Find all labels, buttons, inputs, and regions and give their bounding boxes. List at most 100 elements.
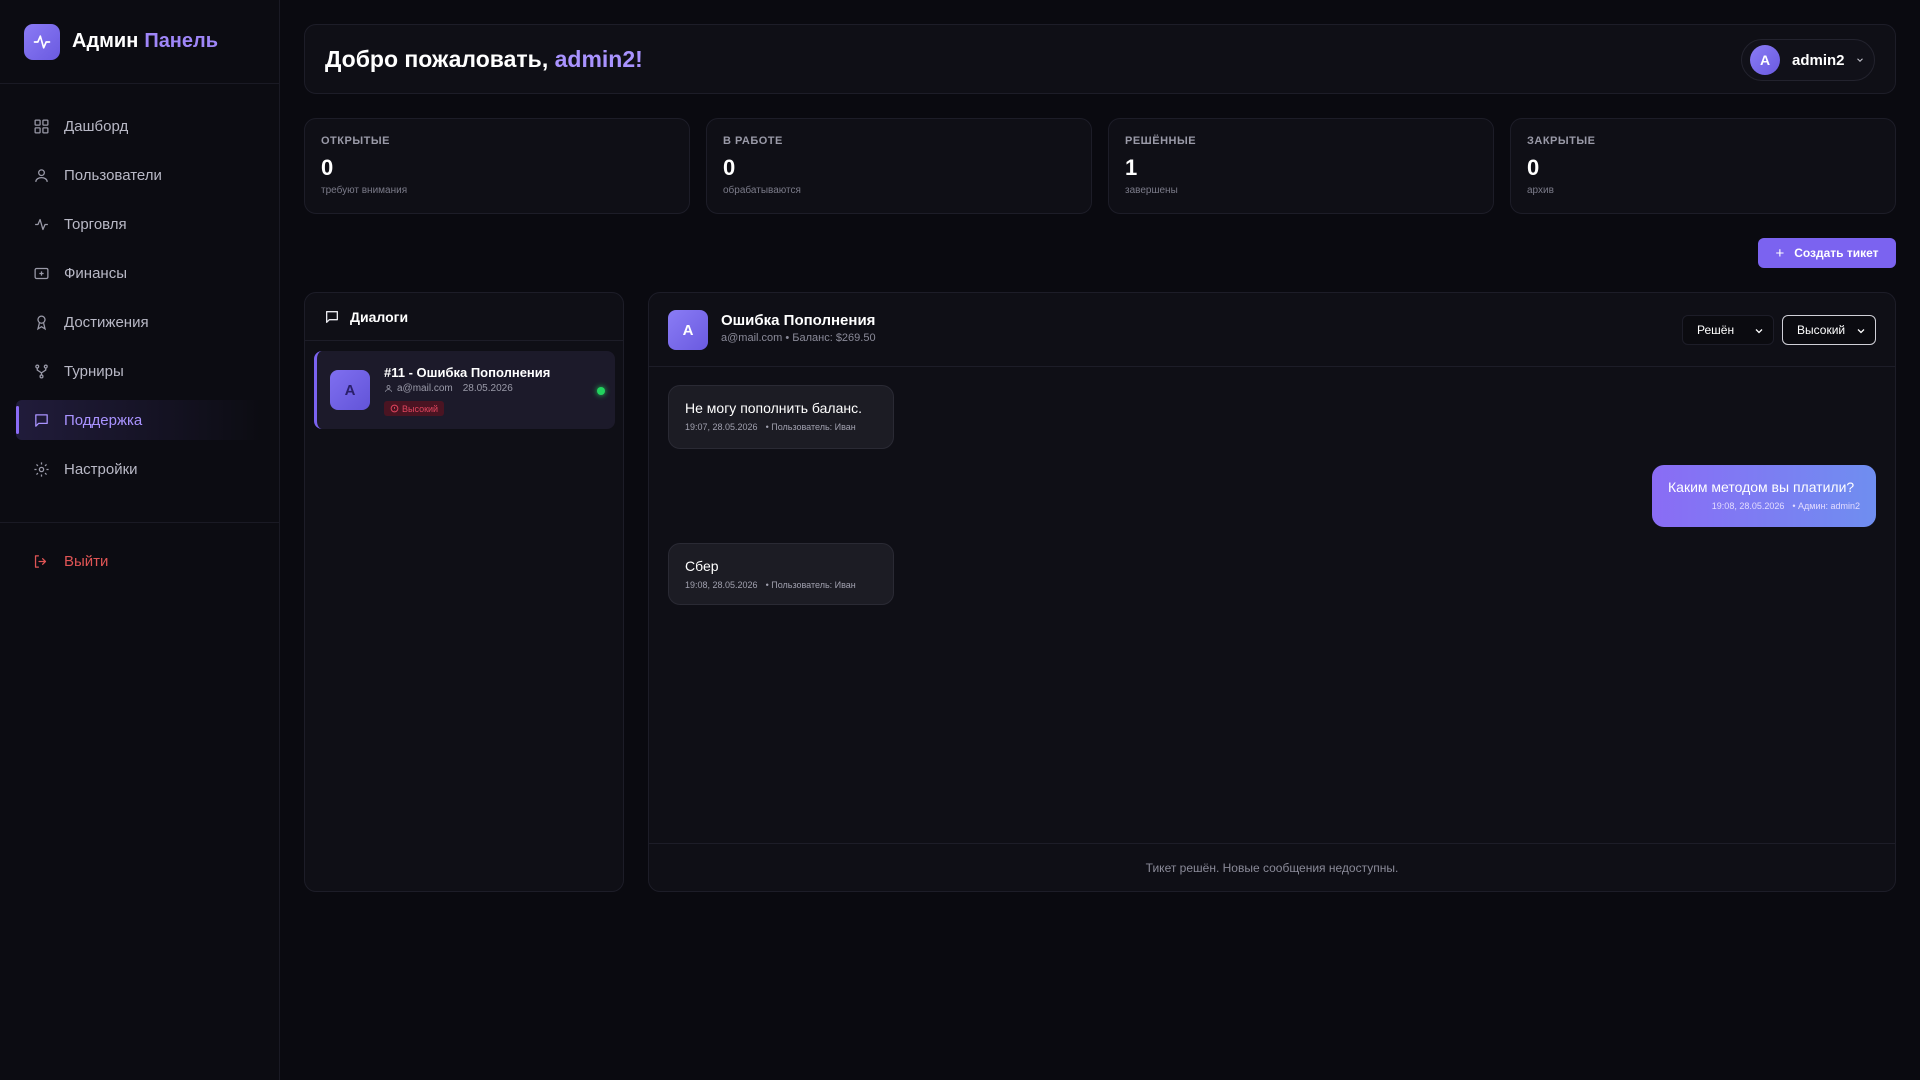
message-time: 19:08, 28.05.2026 [1711, 501, 1785, 511]
stat-sub: завершены [1125, 185, 1178, 196]
plus-icon: + [1775, 244, 1785, 262]
dialog-date: 28.05.2026 [462, 383, 513, 394]
alert-icon [390, 404, 399, 413]
stat-label: ЗАКРЫТЫЕ [1527, 135, 1596, 147]
stat-value: 0 [723, 155, 736, 180]
logout-button[interactable]: Выйти [16, 541, 263, 581]
sidebar-item-dashboard[interactable]: Дашборд [16, 106, 263, 146]
sidebar-item-finance[interactable]: Финансы [16, 253, 263, 293]
brand[interactable]: Админ Панель [0, 0, 279, 84]
chat-header: A Ошибка Пополнения a@mail.com • Баланс:… [649, 293, 1895, 367]
wallet-icon [32, 264, 50, 282]
sidebar-item-label: Настройки [64, 460, 138, 478]
sidebar-item-tournaments[interactable]: Турниры [16, 351, 263, 391]
sidebar-item-settings[interactable]: Настройки [16, 449, 263, 489]
message-icon [32, 411, 50, 429]
message-time: 19:07, 28.05.2026 [685, 422, 758, 432]
sidebar-item-label: Торговля [64, 215, 127, 233]
stat-label: РЕШЁННЫЕ [1125, 135, 1197, 147]
stat-label: ОТКРЫТЫЕ [321, 135, 390, 147]
stat-sub: требуют внимания [321, 185, 408, 196]
award-icon [32, 313, 50, 331]
dialog-email: a@mail.com [397, 383, 453, 394]
message-text: Сбер [685, 558, 719, 574]
welcome-username: admin2! [554, 45, 643, 72]
message-time: 19:08, 28.05.2026 [685, 580, 758, 590]
dialogs-title: Диалоги [350, 308, 409, 325]
brand-name: Админ [72, 30, 139, 52]
chevron-down-icon [1855, 325, 1867, 337]
stat-value: 0 [321, 155, 334, 180]
sidebar-item-users[interactable]: Пользователи [16, 155, 263, 195]
message-icon [324, 309, 340, 325]
stat-value: 1 [1125, 155, 1138, 180]
message-text: Не могу пополнить баланс. [685, 400, 862, 416]
priority-badge: Высокий [384, 401, 445, 416]
sidebar-divider [0, 522, 279, 523]
chevron-down-icon [1855, 55, 1865, 65]
priority-value: Высокий [1797, 323, 1846, 337]
sidebar-item-label: Финансы [64, 264, 127, 282]
chat-subtitle: a@mail.com • Баланс: $269.50 [721, 332, 876, 344]
message-bubble: Сбер 19:08, 28.05.2026 • Пользователь: Ив… [668, 543, 894, 605]
top-header: Добро пожаловать, admin2! A admin2 [304, 24, 1896, 94]
message-bubble: Каким методом вы платили? 19:08, 28.05.2… [1652, 465, 1876, 527]
stat-sub: архив [1527, 185, 1554, 196]
status-select[interactable]: Решён [1682, 315, 1774, 345]
user-name: admin2 [1792, 51, 1845, 69]
sidebar-item-label: Турниры [64, 362, 124, 380]
stat-card-closed: ЗАКРЫТЫЕ 0 архив [1510, 118, 1896, 214]
page-title: Добро пожаловать, admin2! [325, 46, 643, 73]
stat-card-resolved: РЕШЁННЫЕ 1 завершены [1108, 118, 1494, 214]
status-value: Решён [1697, 323, 1735, 337]
sidebar-nav: Дашборд Пользователи Торговля Финансы До… [0, 84, 279, 489]
create-ticket-label: Создать тикет [1794, 246, 1879, 260]
chat-footer-notice: Тикет решён. Новые сообщения недоступны. [649, 843, 1895, 891]
avatar: A [330, 370, 370, 410]
logout-label: Выйти [64, 552, 109, 570]
dialog-list-item[interactable]: A #11 - Ошибка Пополнения a@mail.com 28.… [314, 351, 615, 429]
pulse-icon [24, 23, 60, 60]
message-author: • Админ: admin2 [1792, 501, 1860, 511]
online-indicator [597, 387, 605, 395]
user-icon [32, 166, 50, 184]
logout-icon [32, 552, 50, 570]
priority-select[interactable]: Высокий [1782, 315, 1876, 345]
sidebar-item-label: Достижения [64, 313, 149, 331]
brand-title: Админ Панель [72, 30, 218, 53]
avatar: A [668, 310, 708, 350]
dialog-meta: a@mail.com 28.05.2026 [384, 383, 513, 394]
tournament-icon [32, 362, 50, 380]
gear-icon [32, 460, 50, 478]
create-ticket-button[interactable]: + Создать тикет [1758, 238, 1896, 268]
stat-card-in-progress: В РАБОТЕ 0 обрабатываются [706, 118, 1092, 214]
message-bubble: Не могу пополнить баланс. 19:07, 28.05.2… [668, 385, 894, 449]
sidebar-item-label: Пользователи [64, 166, 162, 184]
grid-icon [32, 117, 50, 135]
chevron-down-icon [1753, 325, 1765, 337]
message-meta: 19:08, 28.05.2026 • Админ: admin2 [1668, 501, 1860, 511]
avatar: A [1750, 45, 1780, 75]
sidebar: Админ Панель Дашборд Пользователи Торговл… [0, 0, 280, 1080]
chat-title: Ошибка Пополнения [721, 312, 876, 329]
stats-row: ОТКРЫТЫЕ 0 требуют внимания В РАБОТЕ 0 о… [304, 118, 1896, 214]
sidebar-item-trading[interactable]: Торговля [16, 204, 263, 244]
dialogs-header: Диалоги [305, 293, 623, 341]
sidebar-item-achievements[interactable]: Достижения [16, 302, 263, 342]
message-author: • Пользователь: Иван [765, 580, 856, 590]
dialogs-panel: Диалоги A #11 - Ошибка Пополнения a@mail… [304, 292, 624, 892]
message-text: Каким методом вы платили? [1668, 479, 1855, 495]
message-author: • Пользователь: Иван [765, 422, 856, 432]
sidebar-item-label: Поддержка [64, 411, 143, 429]
chat-panel: A Ошибка Пополнения a@mail.com • Баланс:… [648, 292, 1896, 892]
sidebar-item-support[interactable]: Поддержка [16, 400, 263, 440]
brand-accent: Панель [144, 30, 219, 52]
user-icon [384, 384, 393, 393]
message-meta: 19:08, 28.05.2026 • Пользователь: Иван [685, 580, 877, 590]
stat-label: В РАБОТЕ [723, 135, 783, 147]
user-menu[interactable]: A admin2 [1741, 39, 1875, 81]
welcome-text: Добро пожаловать, [325, 45, 555, 72]
stat-sub: обрабатываются [723, 185, 801, 196]
message-meta: 19:07, 28.05.2026 • Пользователь: Иван [685, 422, 877, 432]
priority-label: Высокий [402, 403, 439, 414]
